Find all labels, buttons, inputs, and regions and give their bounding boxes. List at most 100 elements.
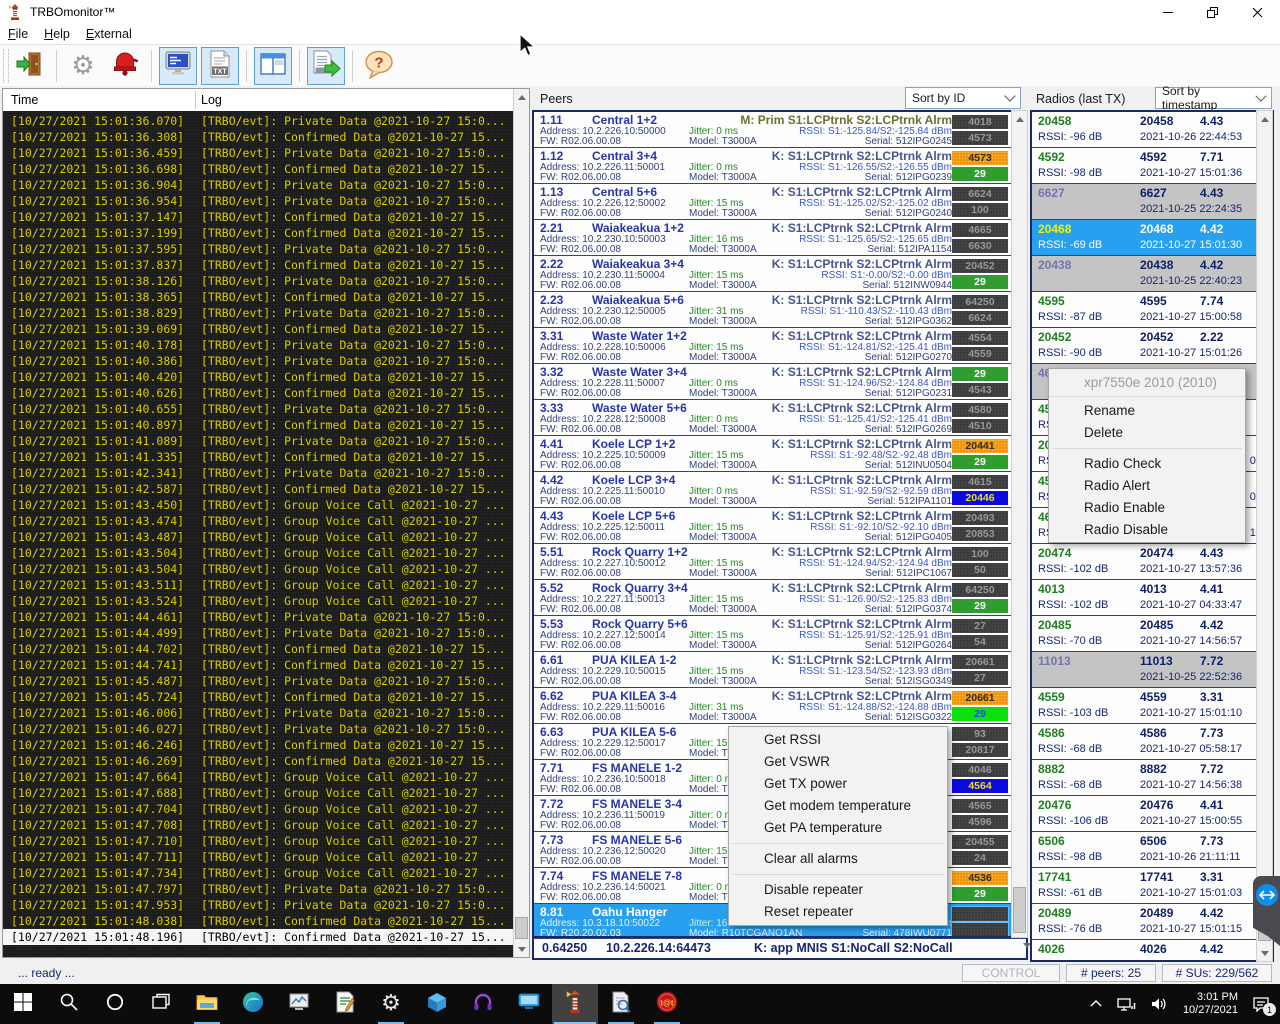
toolbar-grip[interactable] (3, 49, 9, 83)
peer-card[interactable]: 6.61PUA KILEA 1-2K: S1:LCPtrnk S2:LCPtrn… (534, 652, 1026, 688)
menu-external[interactable]: External (78, 27, 140, 41)
context-menu-item[interactable]: Radio Check (1049, 453, 1245, 475)
radio-row[interactable]: 662766274.432021-10-25 22:24:35 (1032, 184, 1272, 220)
log-row[interactable]: [10/27/2021 15:01:37.595][TRBO/evt]: Pri… (3, 241, 513, 257)
log-row[interactable]: [10/27/2021 15:01:46.246][TRBO/evt]: Con… (3, 737, 513, 753)
radio-row[interactable]: 402640264.42 (1032, 940, 1272, 962)
radio-row[interactable]: 458645867.73RSSI: -68 dB2021-10-27 05:58… (1032, 724, 1272, 760)
radios-sort-dropdown[interactable]: Sort by timestamp (1155, 87, 1272, 109)
log-row[interactable]: [10/27/2021 15:01:37.199][TRBO/evt]: Con… (3, 225, 513, 241)
log-row[interactable]: [10/27/2021 15:01:47.664][TRBO/evt]: Gro… (3, 769, 513, 785)
context-menu-item[interactable]: Get modem temperature (729, 795, 947, 817)
context-menu-item[interactable]: Delete (1049, 422, 1245, 444)
log-row[interactable]: [10/27/2021 15:01:40.655][TRBO/evt]: Pri… (3, 401, 513, 417)
log-row[interactable]: [10/27/2021 15:01:47.708][TRBO/evt]: Gro… (3, 817, 513, 833)
log-row[interactable]: [10/27/2021 15:01:40.386][TRBO/evt]: Pri… (3, 353, 513, 369)
taskbar-icon-headset-app[interactable] (460, 984, 506, 1024)
scroll-up-arrow[interactable] (1257, 111, 1272, 127)
taskbar-icon-task-view[interactable] (138, 984, 184, 1024)
taskbar-icon-search[interactable] (46, 984, 92, 1024)
log-row[interactable]: [10/27/2021 15:01:46.027][TRBO/evt]: Pri… (3, 721, 513, 737)
context-menu-item[interactable]: Get RSSI (729, 729, 947, 751)
taskbar-icon-start[interactable] (0, 984, 46, 1024)
network-icon[interactable] (1117, 996, 1136, 1012)
peers-scrollbar[interactable] (1011, 110, 1028, 938)
log-row[interactable]: [10/27/2021 15:01:38.829][TRBO/evt]: Pri… (3, 305, 513, 321)
context-menu-item[interactable]: Get TX power (729, 773, 947, 795)
log-row[interactable]: [10/27/2021 15:01:43.504][TRBO/evt]: Gro… (3, 561, 513, 577)
log-row[interactable]: [10/27/2021 15:01:43.524][TRBO/evt]: Gro… (3, 593, 513, 609)
log-row[interactable]: [10/27/2021 15:01:45.487][TRBO/evt]: Pri… (3, 673, 513, 689)
peers-sort-dropdown[interactable]: Sort by ID (905, 87, 1021, 109)
context-menu-item[interactable]: Radio Disable (1049, 519, 1245, 541)
peer-card[interactable]: 4.43Koele LCP 5+6K: S1:LCPtrnk S2:LCPtrn… (534, 508, 1026, 544)
peer-card[interactable]: 2.21Waiakeakua 1+2K: S1:LCPtrnk S2:LCPtr… (534, 220, 1026, 256)
log-row[interactable]: [10/27/2021 15:01:47.734][TRBO/evt]: Gro… (3, 865, 513, 881)
monitor-log-button[interactable] (159, 47, 197, 85)
exit-door-button[interactable] (11, 47, 49, 85)
log-row[interactable]: [10/27/2021 15:01:40.626][TRBO/evt]: Con… (3, 385, 513, 401)
taskbar-icon-log-viewer[interactable] (598, 984, 644, 1024)
export-log-button[interactable] (307, 47, 345, 85)
log-row[interactable]: [10/27/2021 15:01:43.511][TRBO/evt]: Gro… (3, 577, 513, 593)
log-row[interactable]: [10/27/2021 15:01:42.341][TRBO/evt]: Pri… (3, 465, 513, 481)
context-menu-item[interactable]: Disable repeater (729, 879, 947, 901)
radio-row[interactable]: 650665067.73RSSI: -98 dB2021-10-26 21:11… (1032, 832, 1272, 868)
radio-row[interactable]: 459545957.74RSSI: -87 dB2021-10-27 15:00… (1032, 292, 1272, 328)
log-row[interactable]: [10/27/2021 15:01:37.837][TRBO/evt]: Con… (3, 257, 513, 273)
column-header-log[interactable]: Log (201, 93, 222, 107)
log-row[interactable]: [10/27/2021 15:01:38.365][TRBO/evt]: Con… (3, 289, 513, 305)
peer-card[interactable]: 3.31Waste Water 1+2K: S1:LCPtrnk S2:LCPt… (534, 328, 1026, 364)
radio-row[interactable]: 401340134.41RSSI: -102 dB2021-10-27 04:3… (1032, 580, 1272, 616)
text-log-button[interactable]: TXT (201, 47, 239, 85)
radio-row[interactable]: 20438204384.422021-10-25 22:40:23 (1032, 256, 1272, 292)
action-center-icon[interactable]: 1 (1252, 996, 1270, 1012)
taskbar-icon-cube-app[interactable] (414, 984, 460, 1024)
log-row[interactable]: [10/27/2021 15:01:47.797][TRBO/evt]: Pri… (3, 881, 513, 897)
context-menu-item[interactable]: Radio Enable (1049, 497, 1245, 519)
column-divider[interactable] (195, 91, 196, 109)
peer-card[interactable]: 3.32Waste Water 3+4K: S1:LCPtrnk S2:LCPt… (534, 364, 1026, 400)
radio-row[interactable]: 455945593.31RSSI: -103 dB2021-10-27 15:0… (1032, 688, 1272, 724)
log-row[interactable]: [10/27/2021 15:01:45.724][TRBO/evt]: Con… (3, 689, 513, 705)
log-row[interactable]: [10/27/2021 15:01:36.954][TRBO/evt]: Pri… (3, 193, 513, 209)
radio-row[interactable]: 20474204744.43RSSI: -102 dB2021-10-27 13… (1032, 544, 1272, 580)
log-scrollbar[interactable] (513, 89, 529, 957)
taskbar-icon-media-app[interactable] (506, 984, 552, 1024)
tray-chevron-up-icon[interactable] (1089, 999, 1103, 1009)
radio-row[interactable]: 20489204894.42RSSI: -76 dB2021-10-27 15:… (1032, 904, 1272, 940)
log-row[interactable]: [10/27/2021 15:01:42.587][TRBO/evt]: Con… (3, 481, 513, 497)
context-menu-item[interactable]: Rename (1049, 400, 1245, 422)
log-row[interactable]: [10/27/2021 15:01:38.126][TRBO/evt]: Pri… (3, 273, 513, 289)
radio-row[interactable]: 888288827.72RSSI: -68 dB2021-10-27 14:56… (1032, 760, 1272, 796)
peer-card[interactable]: 3.33Waste Water 5+6K: S1:LCPtrnk S2:LCPt… (534, 400, 1026, 436)
log-row[interactable]: [10/27/2021 15:01:47.710][TRBO/evt]: Gro… (3, 833, 513, 849)
taskbar-icon-edge[interactable] (230, 984, 276, 1024)
radio-row[interactable]: 20476204764.41RSSI: -106 dB2021-10-27 15… (1032, 796, 1272, 832)
log-row[interactable]: [10/27/2021 15:01:36.698][TRBO/evt]: Con… (3, 161, 513, 177)
peer-card[interactable]: 1.11Central 1+2M: Prim S1:LCPtrnk S2:LCP… (534, 112, 1026, 148)
log-row[interactable]: [10/27/2021 15:01:48.038][TRBO/evt]: Con… (3, 913, 513, 929)
log-row[interactable]: [10/27/2021 15:01:41.089][TRBO/evt]: Pri… (3, 433, 513, 449)
log-row[interactable]: [10/27/2021 15:01:47.704][TRBO/evt]: Gro… (3, 801, 513, 817)
log-row[interactable]: [10/27/2021 15:01:39.069][TRBO/evt]: Con… (3, 321, 513, 337)
log-row[interactable]: [10/27/2021 15:01:40.420][TRBO/evt]: Con… (3, 369, 513, 385)
help-button[interactable]: ? (360, 47, 398, 85)
peer-card[interactable]: 4.42Koele LCP 3+4K: S1:LCPtrnk S2:LCPtrn… (534, 472, 1026, 508)
log-row[interactable]: [10/27/2021 15:01:44.461][TRBO/evt]: Pri… (3, 609, 513, 625)
radio-row[interactable]: 20458204584.43RSSI: -96 dB2021-10-26 22:… (1032, 112, 1272, 148)
menu-help[interactable]: Help (36, 27, 78, 41)
menu-file[interactable]: File (0, 27, 36, 41)
taskbar-icon-report-editor[interactable] (322, 984, 368, 1024)
minimize-button[interactable] (1145, 0, 1190, 24)
scroll-thumb[interactable] (1013, 887, 1026, 933)
control-button[interactable]: CONTROL (962, 964, 1060, 982)
log-row[interactable]: [10/27/2021 15:01:40.897][TRBO/evt]: Con… (3, 417, 513, 433)
log-row[interactable]: [10/27/2021 15:01:37.147][TRBO/evt]: Con… (3, 209, 513, 225)
radio-row[interactable]: 20485204854.42RSSI: -70 dB2021-10-27 14:… (1032, 616, 1272, 652)
peer-app-row[interactable]: 0.64250 10.2.226.14:64473 K: app MNIS S1… (532, 938, 1028, 960)
radio-row[interactable]: 17741177413.31RSSI: -61 dB2021-10-27 15:… (1032, 868, 1272, 904)
log-row[interactable]: [10/27/2021 15:01:40.178][TRBO/evt]: Pri… (3, 337, 513, 353)
log-row[interactable]: [10/27/2021 15:01:47.711][TRBO/evt]: Gro… (3, 849, 513, 865)
log-row[interactable]: [10/27/2021 15:01:47.688][TRBO/evt]: Gro… (3, 785, 513, 801)
